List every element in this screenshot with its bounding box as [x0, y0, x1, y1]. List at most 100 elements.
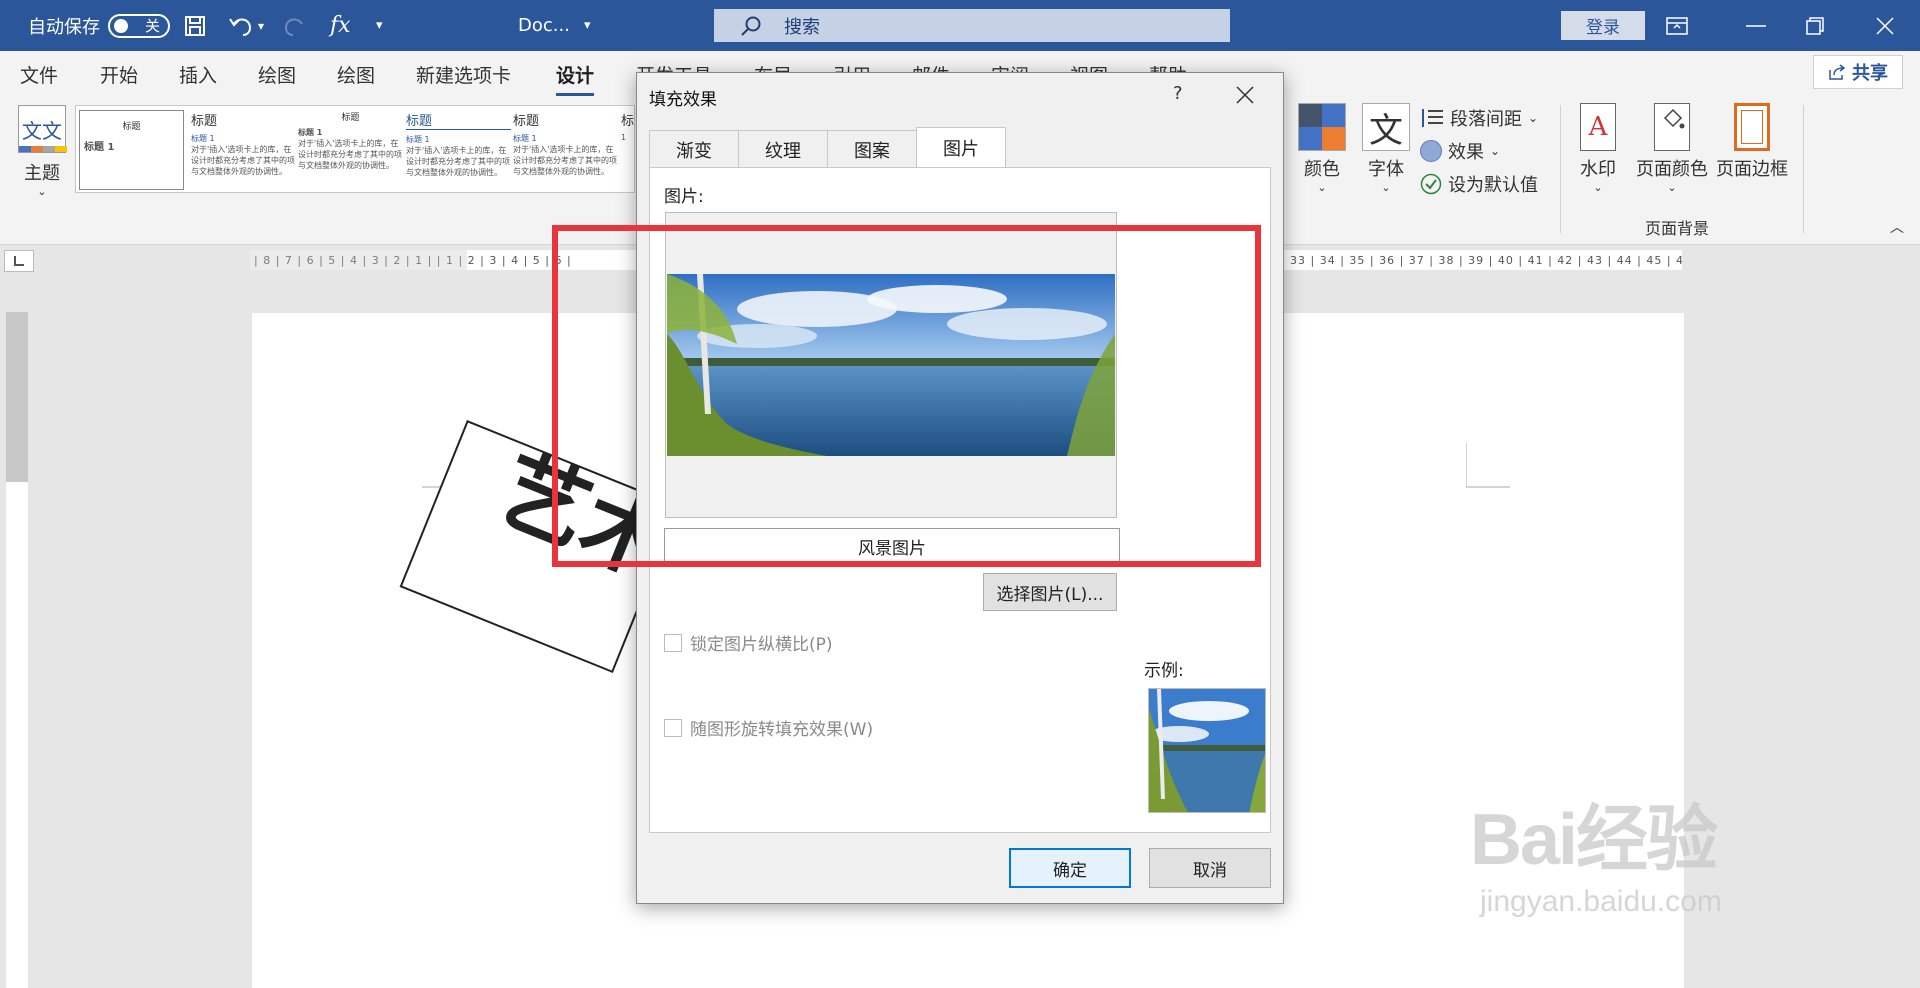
watermark-label: 水印 [1580, 159, 1616, 180]
dialog-title: 填充效果 [649, 90, 717, 110]
ribbon-separator-2 [1803, 105, 1804, 233]
tab-draw-2[interactable]: 绘图 [337, 61, 375, 88]
undo-icon[interactable] [228, 0, 254, 51]
paragraph-spacing-icon [1420, 107, 1444, 129]
tab-pattern[interactable]: 图案 [827, 130, 917, 168]
tab-new-tab[interactable]: 新建选项卡 [416, 61, 511, 88]
tab-file[interactable]: 文件 [20, 61, 58, 88]
sample-preview [1148, 688, 1266, 813]
picture-label: 图片: [664, 187, 704, 207]
rotate-with-shape-checkbox[interactable]: 随图形旋转填充效果(W) [664, 715, 873, 740]
picture-preview-frame [665, 212, 1117, 518]
margin-mark-right [1466, 443, 1510, 488]
style-option-4[interactable]: 标题 标题 1 对于'插入'选项卡上的库，在设计时都充分考虑了其中的项与文档整体… [406, 110, 511, 190]
watermark-url-text: jingyan.baidu.com [1480, 885, 1722, 918]
document-name[interactable]: Doc... [518, 0, 570, 51]
picture-panel: 图片: 风景图片 选择图片(L)... 锁定图片纵横比(P) 示例: 随图形旋转… [649, 167, 1271, 833]
tab-draw[interactable]: 绘图 [258, 61, 296, 88]
theme-button[interactable]: 文文 主题 ⌄ [18, 105, 67, 198]
watermark-button[interactable]: A 水印 ⌄ [1580, 103, 1616, 194]
theme-label: 主题 [24, 163, 60, 184]
lock-aspect-label: 锁定图片纵横比(P) [690, 635, 833, 655]
search-placeholder: 搜索 [784, 16, 820, 38]
login-button[interactable]: 登录 [1561, 11, 1645, 40]
ok-button[interactable]: 确定 [1009, 848, 1131, 888]
fonts-icon: 文 [1362, 103, 1410, 151]
page-color-dropdown-icon: ⌄ [1667, 181, 1677, 194]
page-color-label: 页面颜色 [1636, 159, 1708, 180]
lock-aspect-checkbox[interactable]: 锁定图片纵横比(P) [664, 630, 833, 655]
tab-home[interactable]: 开始 [100, 61, 138, 88]
style-option-2[interactable]: 标题 标题 1 对于'插入'选项卡上的库，在设计时都充分考虑了其中的项与文档整体… [191, 110, 296, 190]
page-color-icon [1654, 103, 1690, 151]
doc-name-dropdown-icon[interactable]: ▾ [584, 0, 591, 51]
set-default-button[interactable]: 设为默认值 [1420, 171, 1538, 197]
undo-dropdown-icon[interactable]: ▾ [258, 0, 264, 51]
colors-icon [1298, 103, 1346, 151]
ribbon-display-icon[interactable] [1666, 0, 1688, 51]
save-icon[interactable] [183, 0, 207, 51]
share-label: 共享 [1852, 63, 1888, 84]
effects-dropdown-icon: ⌄ [1490, 144, 1501, 158]
minimize-icon[interactable] [1746, 0, 1766, 51]
help-button[interactable]: ? [1173, 83, 1183, 104]
formula-icon[interactable]: fx [330, 0, 351, 51]
watermark-dropdown-icon: ⌄ [1593, 181, 1603, 194]
fonts-dropdown-icon: ⌄ [1381, 181, 1391, 194]
paragraph-spacing-button[interactable]: 段落间距 ⌄ [1420, 105, 1538, 131]
baidu-watermark: Bai经验 jingyan.baidu.com [1470, 780, 1722, 919]
cancel-button[interactable]: 取消 [1149, 848, 1271, 888]
redo-icon[interactable] [282, 0, 308, 51]
search-icon [740, 15, 762, 37]
fill-effects-dialog: 填充效果 ? 渐变 纹理 图案 图片 图片: 风景图片 选择图片(L)... 锁… [636, 72, 1284, 904]
picture-name-field: 风景图片 [664, 528, 1120, 564]
customize-toolbar-icon[interactable]: ▾ [376, 0, 383, 51]
effects-icon [1420, 140, 1442, 162]
collapse-ribbon-icon[interactable]: ︿ [1890, 217, 1904, 237]
page-border-icon [1734, 103, 1770, 151]
ribbon-separator [1560, 105, 1561, 233]
vertical-ruler[interactable] [6, 482, 28, 988]
effects-button[interactable]: 效果 ⌄ [1420, 138, 1500, 164]
tab-selector[interactable] [4, 250, 34, 272]
page-border-button[interactable]: 页面边框 [1716, 103, 1788, 181]
colors-button[interactable]: 颜色 ⌄ [1298, 103, 1346, 194]
tab-picture[interactable]: 图片 [916, 127, 1006, 168]
set-default-label: 设为默认值 [1448, 175, 1538, 196]
page-color-button[interactable]: 页面颜色 ⌄ [1636, 103, 1708, 194]
share-button[interactable]: 共享 [1813, 55, 1903, 89]
autosave-toggle-wrap[interactable]: 关 [108, 0, 170, 51]
style-option-3[interactable]: 标题 标题 1 对于'插入'选项卡上的库，在设计时都充分考虑了其中的项与文档整体… [298, 110, 403, 190]
sample-landscape-picture [1149, 689, 1265, 812]
lock-aspect-box[interactable] [664, 633, 682, 652]
tab-insert[interactable]: 插入 [179, 61, 217, 88]
toggle-knob [114, 18, 128, 33]
theme-dropdown-icon: ⌄ [37, 185, 47, 198]
dialog-close-icon[interactable] [1235, 79, 1255, 111]
colors-label: 颜色 [1304, 159, 1340, 180]
style-option-5[interactable]: 标题 标题 1 对于'插入'选项卡上的库，在设计时都充分考虑了其中的项与文档整体… [513, 110, 618, 190]
paragraph-spacing-label: 段落间距 [1450, 109, 1522, 130]
search-box[interactable]: 搜索 [714, 9, 1230, 42]
rotate-with-shape-box[interactable] [664, 718, 682, 737]
tab-design[interactable]: 设计 [556, 61, 595, 96]
watermark-main-text: Bai经验 [1470, 800, 1718, 880]
restore-icon[interactable] [1806, 0, 1824, 51]
fonts-button[interactable]: 文 字体 ⌄ [1362, 103, 1410, 194]
tab-texture[interactable]: 纹理 [738, 130, 828, 168]
style-gallery: 标题 标题 1 标题 标题 1 对于'插入'选项卡上的库，在设计时都充分考虑了其… [75, 105, 635, 193]
close-window-icon[interactable] [1876, 0, 1894, 51]
sample-label: 示例: [1144, 661, 1184, 681]
style-option-1[interactable]: 标题 标题 1 [79, 110, 184, 190]
page-background-group-label: 页面背景 [1645, 219, 1710, 238]
select-picture-button[interactable]: 选择图片(L)... [983, 573, 1117, 611]
paragraph-spacing-dropdown-icon: ⌄ [1528, 111, 1539, 125]
share-icon [1828, 64, 1846, 80]
tab-gradient[interactable]: 渐变 [649, 130, 739, 168]
landscape-picture [667, 274, 1115, 456]
autosave-toggle[interactable]: 关 [108, 13, 170, 38]
style-option-6[interactable]: 标 1 [621, 110, 635, 190]
dialog-tabs: 渐变 纹理 图案 图片 [649, 127, 1006, 168]
ruler-right-ticks: 33 | 34 | 35 | 36 | 37 | 38 | 39 | 40 | … [1290, 253, 1682, 267]
effects-label: 效果 [1448, 142, 1484, 163]
